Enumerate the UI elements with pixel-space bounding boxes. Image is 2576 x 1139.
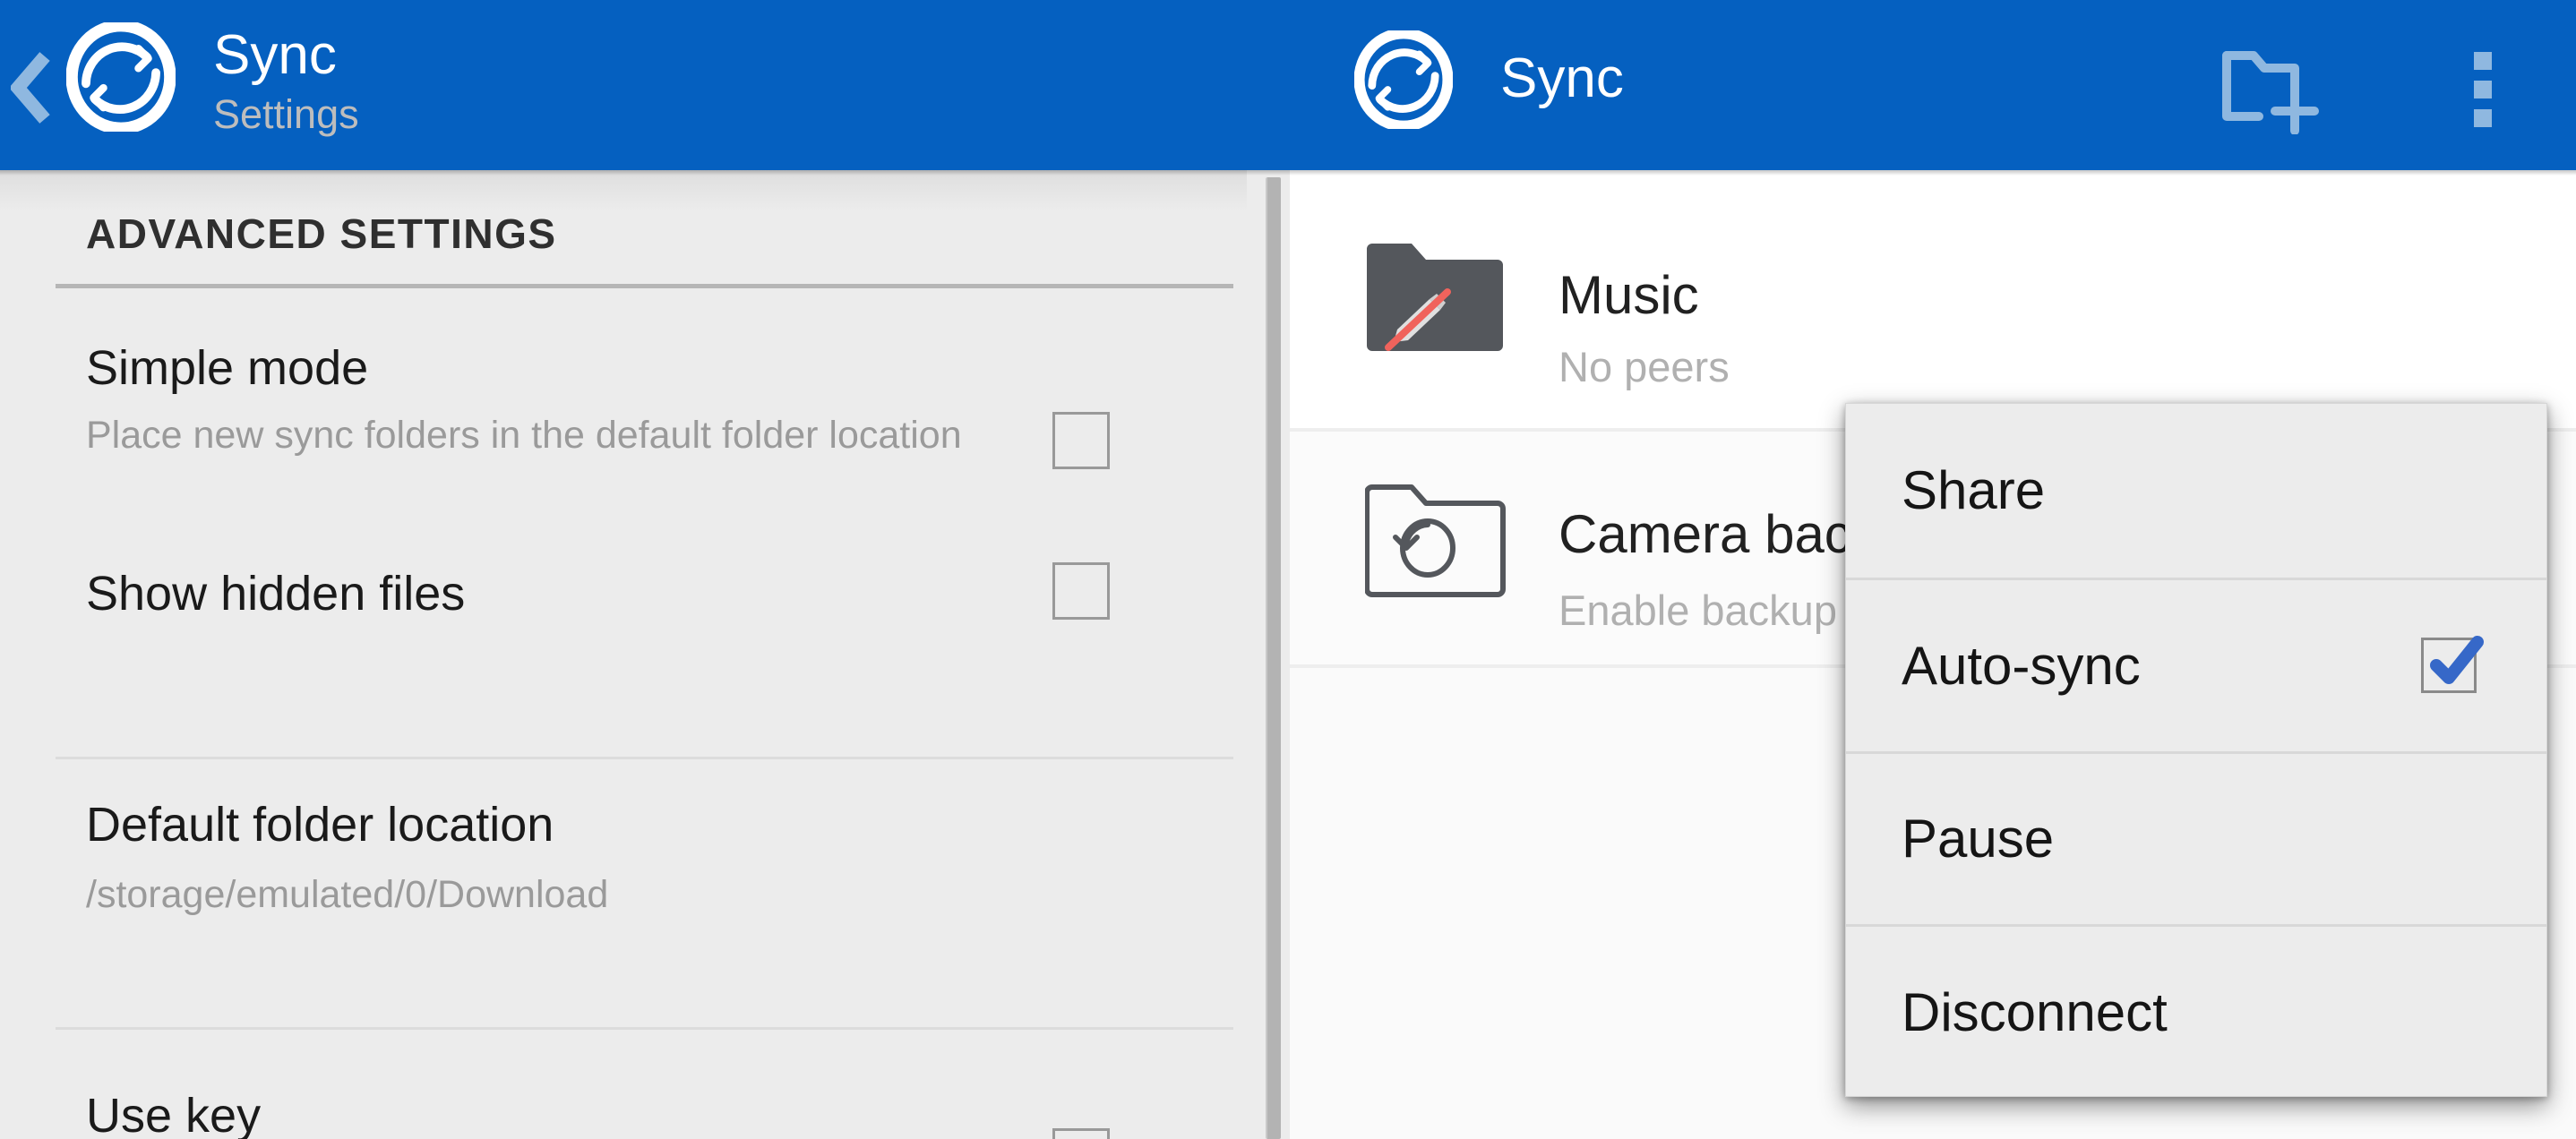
add-folder-icon [2222, 51, 2319, 134]
app-root: Sync Settings Sync ADVANCED SETTINGS Sim… [0, 0, 2576, 1139]
setting-row-show-hidden-files[interactable]: Show hidden files [0, 546, 1268, 689]
folder-readonly-icon [1365, 238, 1514, 355]
setting-divider [56, 1027, 1233, 1030]
folder-list-item-music[interactable]: Music No peers [1290, 170, 2576, 428]
setting-title: Show hidden files [86, 567, 466, 621]
setting-title: Use key [86, 1089, 262, 1139]
menu-item-pause[interactable]: Pause [1846, 750, 2546, 925]
folder-status: No peers [1558, 343, 1730, 390]
header-overflow-menu-button[interactable] [2438, 43, 2528, 136]
overflow-dot-icon [2474, 52, 2492, 70]
sync-logo-left [65, 19, 176, 135]
setting-title: Default folder location [86, 798, 554, 852]
setting-subtitle: /storage/emulated/0/Download [86, 873, 609, 916]
menu-item-auto-sync[interactable]: Auto-sync [1846, 577, 2546, 751]
setting-row-simple-mode[interactable]: Simple mode Place new sync folders in th… [0, 322, 1268, 528]
add-folder-button[interactable] [2214, 45, 2331, 134]
setting-row-default-folder-location[interactable]: Default folder location /storage/emulate… [0, 797, 1268, 994]
app-title-left: Sync [213, 24, 337, 86]
sync-logo-center [1353, 28, 1454, 132]
menu-item-label: Disconnect [1902, 982, 2168, 1043]
app-bar-shadow [0, 170, 2576, 176]
setting-checkbox-simple-mode[interactable] [1052, 412, 1110, 469]
setting-checkbox-use-key[interactable] [1052, 1128, 1110, 1139]
setting-divider [56, 757, 1233, 759]
menu-item-disconnect[interactable]: Disconnect [1846, 924, 2546, 1098]
settings-panel: ADVANCED SETTINGS Simple mode Place new … [0, 170, 1268, 1139]
checkmark-icon [2430, 636, 2484, 685]
folder-status: Enable backup [1558, 587, 1837, 634]
overflow-dot-icon [2474, 81, 2492, 98]
settings-scrollbar[interactable] [1266, 177, 1281, 1139]
overflow-dot-icon [2474, 109, 2492, 127]
sync-circle-arrows-icon [1353, 28, 1454, 132]
setting-title: Simple mode [86, 341, 369, 395]
menu-item-label: Share [1902, 460, 2046, 521]
setting-checkbox-show-hidden-files[interactable] [1052, 562, 1110, 620]
menu-item-label: Pause [1902, 809, 2055, 869]
menu-item-checkbox-auto-sync[interactable] [2421, 636, 2484, 694]
settings-section-header: ADVANCED SETTINGS [86, 210, 557, 257]
back-button[interactable] [7, 52, 57, 124]
menu-item-label: Auto-sync [1902, 635, 2141, 696]
app-subtitle-left: Settings [213, 91, 359, 137]
sync-circle-arrows-icon [65, 19, 176, 135]
app-bar: Sync Settings Sync [0, 0, 2576, 170]
menu-item-share[interactable]: Share [1846, 404, 2546, 578]
folder-backup-sync-icon [1364, 482, 1514, 598]
folder-context-menu: Share Auto-sync Pause Disconnect [1845, 403, 2547, 1097]
settings-section-divider [56, 284, 1233, 288]
folder-name: Music [1558, 265, 1699, 325]
setting-row-use-key[interactable]: Use key [0, 1066, 1268, 1139]
chevron-left-icon [11, 52, 50, 124]
app-title-center: Sync [1500, 47, 1624, 109]
setting-subtitle: Place new sync folders in the default fo… [86, 414, 962, 457]
